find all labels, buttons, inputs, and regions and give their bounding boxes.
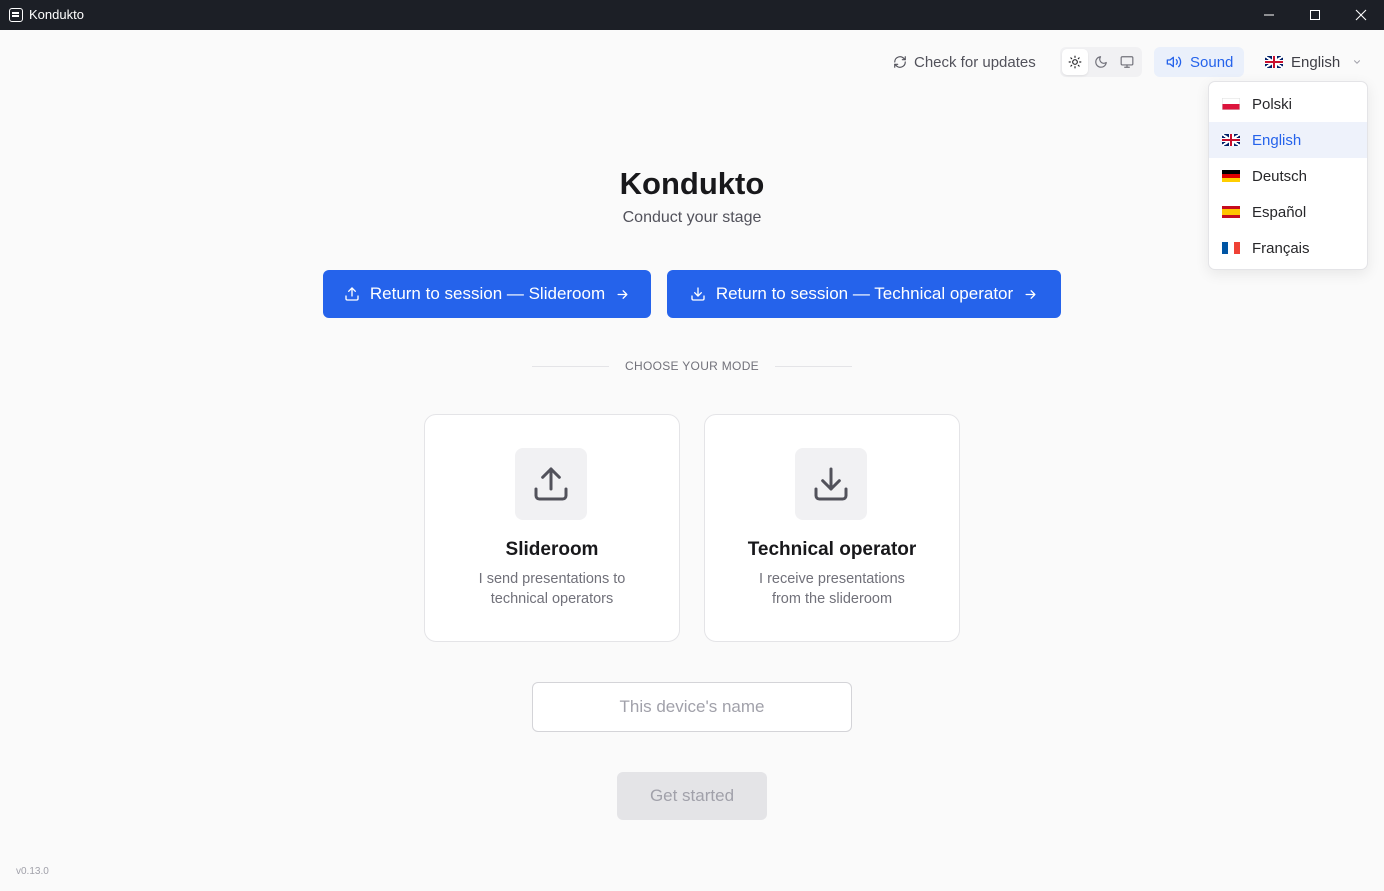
- mode-title: Technical operator: [747, 539, 917, 560]
- title-bar: Kondukto: [0, 0, 1384, 30]
- mode-description: I receive presentations from the slidero…: [759, 571, 905, 607]
- upload-icon: [345, 287, 359, 301]
- speaker-icon: [1166, 56, 1182, 68]
- divider-line: [774, 365, 852, 367]
- return-technical-button[interactable]: Return to session — Technical operator: [667, 270, 1061, 318]
- language-option-francais[interactable]: Français: [1209, 230, 1367, 266]
- arrow-right-icon: [617, 289, 628, 299]
- language-option-polski[interactable]: Polski: [1209, 86, 1367, 122]
- maximize-icon: [1310, 10, 1320, 20]
- language-option-label: Français: [1252, 239, 1310, 257]
- sound-toggle[interactable]: Sound: [1154, 47, 1244, 77]
- device-name-input[interactable]: [532, 682, 852, 732]
- close-button[interactable]: [1338, 0, 1384, 30]
- language-option-label: Polski: [1252, 95, 1293, 113]
- mode-icon-box: [795, 448, 867, 520]
- minimize-button[interactable]: [1246, 0, 1292, 30]
- light-theme-button[interactable]: [1062, 49, 1088, 75]
- theme-switcher: [1060, 47, 1142, 77]
- language-select-label: English: [1291, 53, 1341, 71]
- app-title: Kondukto: [619, 166, 765, 201]
- france-flag-icon: [1222, 242, 1240, 254]
- dark-theme-button[interactable]: [1088, 49, 1114, 75]
- mode-card-technical-operator[interactable]: Technical operator I receive presentatio…: [704, 414, 960, 642]
- system-theme-button[interactable]: [1114, 49, 1140, 75]
- divider-line: [532, 365, 610, 367]
- return-slideroom-button[interactable]: Return to session — Slideroom: [323, 270, 651, 318]
- return-slideroom-label: Return to session — Slideroom: [369, 284, 606, 303]
- chevron-down-icon: [1354, 60, 1361, 64]
- uk-flag-icon: [1222, 134, 1240, 146]
- app-subtitle: Conduct your stage: [622, 209, 762, 226]
- close-icon: [1355, 9, 1367, 21]
- download-icon: [814, 467, 848, 501]
- sun-icon: [1068, 55, 1082, 69]
- arrow-right-icon: [1025, 289, 1036, 299]
- mode-icon-box: [515, 448, 587, 520]
- download-icon: [691, 287, 705, 301]
- version-label: v0.13.0: [16, 866, 49, 877]
- language-option-label: English: [1252, 131, 1302, 149]
- refresh-icon: [894, 56, 906, 68]
- get-started-button[interactable]: Get started: [617, 772, 767, 820]
- mode-card-slideroom[interactable]: Slideroom I send presentations to techni…: [424, 414, 680, 642]
- check-updates-button[interactable]: Check for updates: [893, 52, 1036, 72]
- mode-title: Slideroom: [505, 539, 599, 560]
- upload-icon: [534, 467, 568, 501]
- language-option-english[interactable]: English: [1209, 122, 1367, 158]
- uk-flag-icon: [1265, 56, 1283, 68]
- check-updates-label: Check for updates: [914, 53, 1036, 71]
- mode-divider: CHOOSE YOUR MODE: [532, 358, 852, 374]
- window-title: Kondukto: [29, 7, 84, 22]
- language-select[interactable]: English: [1256, 47, 1370, 77]
- mode-description: I send presentations to technical operat…: [478, 571, 626, 607]
- monitor-icon: [1120, 56, 1134, 68]
- app-icon: [9, 8, 23, 22]
- poland-flag-icon: [1222, 98, 1240, 110]
- minimize-icon: [1264, 14, 1274, 16]
- moon-icon: [1095, 56, 1107, 68]
- maximize-button[interactable]: [1292, 0, 1338, 30]
- sound-label: Sound: [1190, 53, 1234, 71]
- return-technical-label: Return to session — Technical operator: [715, 284, 1014, 303]
- divider-label: CHOOSE YOUR MODE: [625, 359, 759, 373]
